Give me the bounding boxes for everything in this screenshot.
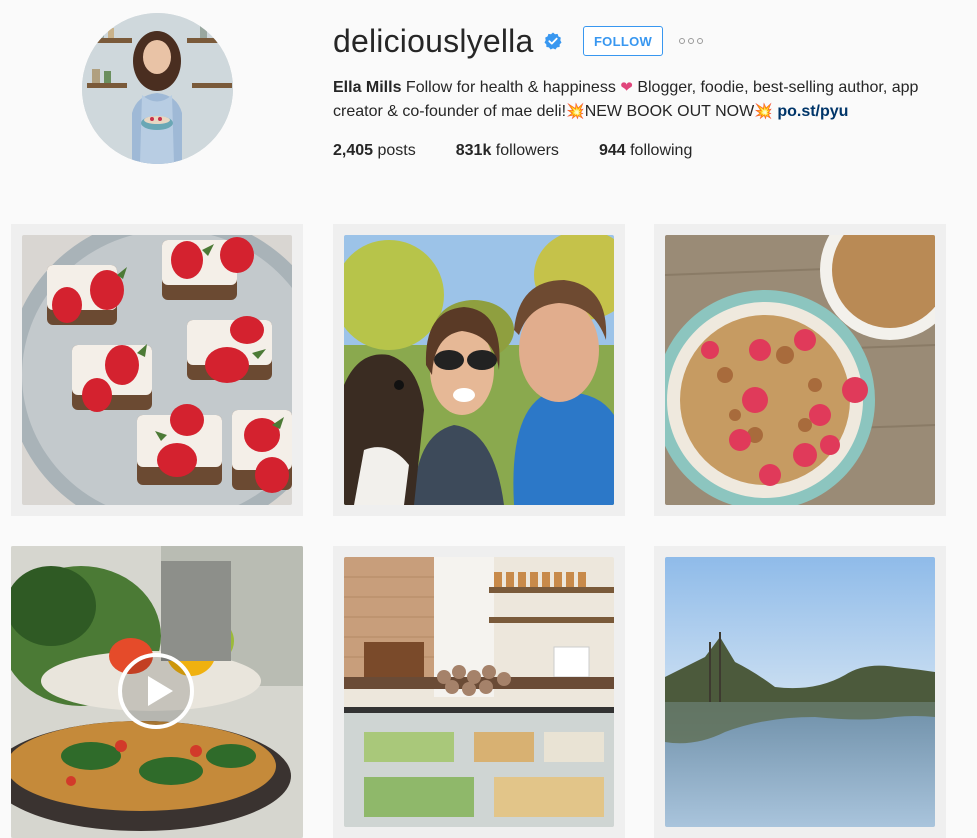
posts-label: posts [377,142,416,159]
followers-stat[interactable]: 831k followers [456,139,559,163]
bio-text-3: NEW BOOK OUT NOW [584,103,755,120]
post-image-couple-selfie-with-dog [344,235,614,505]
post-tile[interactable] [333,546,625,838]
full-name: Ella Mills [333,79,402,96]
follow-button[interactable]: FOLLOW [583,26,663,56]
post-image-granola-bowl [665,235,935,505]
post-tile[interactable] [654,546,946,838]
followers-count: 831k [455,142,492,159]
following-label: following [630,142,693,159]
collision-icon: 💥 [754,103,773,120]
following-count: 944 [598,142,626,159]
dot-icon [679,38,685,44]
heart-icon: ❤ [620,79,633,96]
following-stat[interactable]: 944 following [599,139,692,163]
post-image-strawberry-squares [22,235,292,505]
profile-avatar[interactable] [82,13,233,164]
posts-stat: 2,405 posts [333,139,416,163]
profile-bio: Ella Mills Follow for health & happiness… [333,76,933,124]
posts-count: 2,405 [333,142,374,159]
dot-icon [697,38,703,44]
post-tile[interactable] [11,546,303,838]
more-options-button[interactable] [676,33,706,49]
bio-text-1: Follow for health & happiness [405,79,616,96]
post-tile[interactable] [654,224,946,516]
collision-icon: 💥 [566,103,585,120]
followers-label: followers [495,142,559,159]
post-tile[interactable] [11,224,303,516]
post-image-salad-video [11,546,303,838]
avatar-image [82,13,233,164]
username: deliciouslyella [333,23,534,59]
post-image-lake-landscape [665,557,935,827]
dot-icon [688,38,694,44]
bio-link[interactable]: po.st/pyu [777,103,848,120]
post-tile[interactable] [333,224,625,516]
post-image-deli-counter [344,557,614,827]
play-icon[interactable] [117,652,195,730]
verified-badge-icon [544,32,562,50]
profile-stats: 2,405 posts 831k followers 944 following [333,139,692,163]
